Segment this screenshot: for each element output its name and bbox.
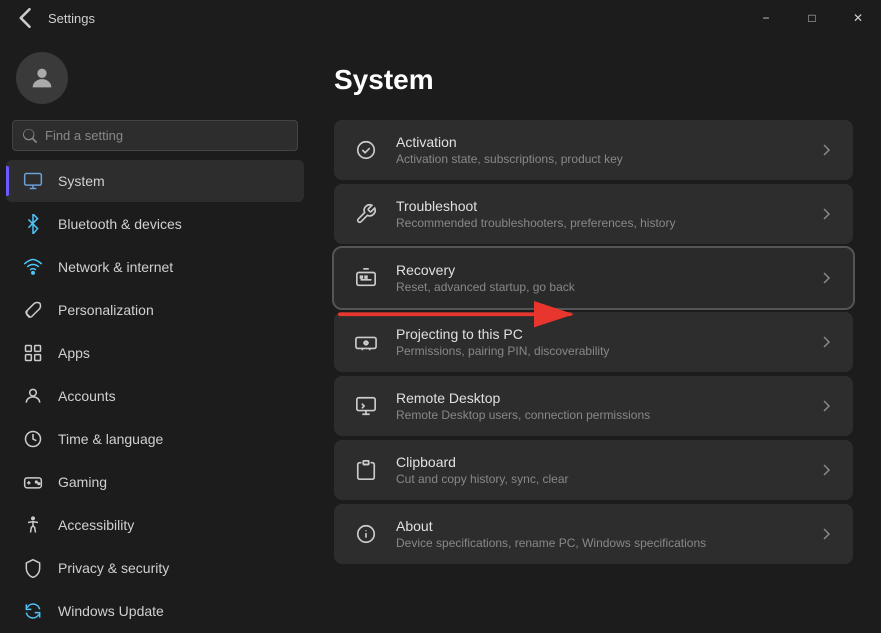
sidebar-item-accounts[interactable]: Accounts [6,375,304,417]
sidebar-label-gaming: Gaming [58,474,107,490]
activation-desc: Activation state, subscriptions, product… [396,152,803,166]
about-title: About [396,518,803,534]
sidebar-label-accounts: Accounts [58,388,116,404]
recovery-text: Recovery Reset, advanced startup, go bac… [396,262,803,294]
clipboard-title: Clipboard [396,454,803,470]
sidebar-item-apps[interactable]: Apps [6,332,304,374]
user-icon [28,64,56,92]
sidebar-item-gaming[interactable]: Gaming [6,461,304,503]
clipboard-icon [352,456,380,484]
main-content: System Activation Activation state, subs… [310,36,881,592]
window-controls: − □ ✕ [743,0,881,36]
sidebar-item-accessibility[interactable]: Accessibility [6,504,304,546]
search-box[interactable] [12,120,298,151]
projector-icon [352,328,380,356]
troubleshoot-text: Troubleshoot Recommended troubleshooters… [396,198,803,230]
sidebar-item-network[interactable]: Network & internet [6,246,304,288]
sidebar-label-windows-update: Windows Update [58,603,164,619]
troubleshoot-chevron [819,206,835,222]
sidebar-label-apps: Apps [58,345,90,361]
checkmark-circle-icon [352,136,380,164]
sidebar: System Bluetooth & devices Network & int… [0,36,310,633]
remote-desktop-text: Remote Desktop Remote Desktop users, con… [396,390,803,422]
projecting-desc: Permissions, pairing PIN, discoverabilit… [396,344,803,358]
troubleshoot-title: Troubleshoot [396,198,803,214]
settings-item-recovery[interactable]: Recovery Reset, advanced startup, go bac… [334,248,853,308]
projecting-chevron [819,334,835,350]
refresh-icon [22,600,44,622]
remote-icon [352,392,380,420]
remote-desktop-title: Remote Desktop [396,390,803,406]
settings-list: Activation Activation state, subscriptio… [334,120,853,564]
about-chevron [819,526,835,542]
maximize-button[interactable]: □ [789,0,835,36]
content-wrapper: System Activation Activation state, subs… [310,36,881,633]
search-input[interactable] [45,128,287,143]
network-icon [22,256,44,278]
sidebar-item-bluetooth[interactable]: Bluetooth & devices [6,203,304,245]
nav-list: System Bluetooth & devices Network & int… [0,159,310,633]
clipboard-desc: Cut and copy history, sync, clear [396,472,803,486]
sidebar-label-accessibility: Accessibility [58,517,134,533]
activation-title: Activation [396,134,803,150]
recovery-desc: Reset, advanced startup, go back [396,280,803,294]
sidebar-label-privacy: Privacy & security [58,560,169,576]
sidebar-label-time: Time & language [58,431,163,447]
settings-item-clipboard[interactable]: Clipboard Cut and copy history, sync, cl… [334,440,853,500]
sidebar-item-time[interactable]: Time & language [6,418,304,460]
clock-icon [22,428,44,450]
sidebar-label-network: Network & internet [58,259,173,275]
about-text: About Device specifications, rename PC, … [396,518,803,550]
back-button[interactable] [12,4,40,32]
person-icon [22,385,44,407]
projecting-text: Projecting to this PC Permissions, pairi… [396,326,803,358]
remote-desktop-chevron [819,398,835,414]
brush-icon [22,299,44,321]
activation-chevron [819,142,835,158]
remote-desktop-desc: Remote Desktop users, connection permiss… [396,408,803,422]
close-button[interactable]: ✕ [835,0,881,36]
sidebar-label-bluetooth: Bluetooth & devices [58,216,182,232]
sidebar-user [0,36,310,116]
info-icon [352,520,380,548]
settings-item-remote-desktop[interactable]: Remote Desktop Remote Desktop users, con… [334,376,853,436]
clipboard-text: Clipboard Cut and copy history, sync, cl… [396,454,803,486]
sidebar-item-personalization[interactable]: Personalization [6,289,304,331]
about-desc: Device specifications, rename PC, Window… [396,536,803,550]
settings-item-troubleshoot[interactable]: Troubleshoot Recommended troubleshooters… [334,184,853,244]
sidebar-label-personalization: Personalization [58,302,154,318]
titlebar: Settings − □ ✕ [0,0,881,36]
recovery-icon [352,264,380,292]
accessibility-icon [22,514,44,536]
activation-text: Activation Activation state, subscriptio… [396,134,803,166]
avatar [16,52,68,104]
settings-item-projecting[interactable]: Projecting to this PC Permissions, pairi… [334,312,853,372]
app-title: Settings [48,11,95,26]
recovery-title: Recovery [396,262,803,278]
troubleshoot-desc: Recommended troubleshooters, preferences… [396,216,803,230]
gamepad-icon [22,471,44,493]
monitor-icon [22,170,44,192]
sidebar-item-system[interactable]: System [6,160,304,202]
settings-item-activation[interactable]: Activation Activation state, subscriptio… [334,120,853,180]
sidebar-label-system: System [58,173,105,189]
titlebar-left: Settings [12,4,95,32]
page-title: System [334,64,853,96]
search-icon [23,129,37,143]
minimize-button[interactable]: − [743,0,789,36]
recovery-chevron [819,270,835,286]
settings-item-about[interactable]: About Device specifications, rename PC, … [334,504,853,564]
app-body: System Bluetooth & devices Network & int… [0,36,881,633]
bluetooth-icon [22,213,44,235]
sidebar-item-windows-update[interactable]: Windows Update [6,590,304,632]
shield-icon [22,557,44,579]
clipboard-chevron [819,462,835,478]
apps-icon [22,342,44,364]
sidebar-item-privacy[interactable]: Privacy & security [6,547,304,589]
wrench-icon [352,200,380,228]
projecting-title: Projecting to this PC [396,326,803,342]
